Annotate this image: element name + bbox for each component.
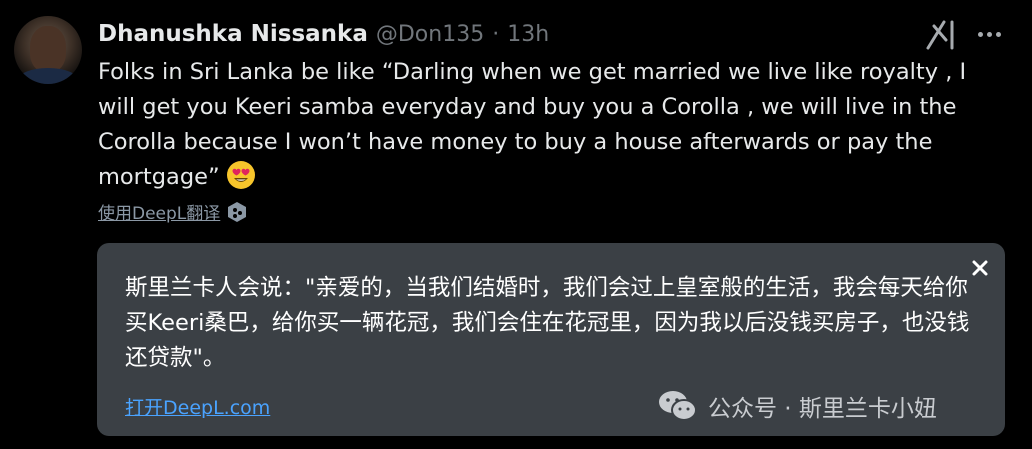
author-display-name[interactable]: Dhanushka Nissanka: [98, 21, 368, 47]
avatar-face: [30, 26, 66, 72]
tweet-header: Dhanushka Nissanka @Don135 · 13h: [98, 18, 549, 50]
author-avatar[interactable]: [14, 16, 82, 84]
watermark: 公众号 · 斯里兰卡小妞: [658, 389, 937, 423]
tweet-timestamp[interactable]: 13h: [507, 22, 549, 47]
heart-eyes-emoji-icon: [226, 161, 255, 189]
more-options-icon[interactable]: [972, 22, 1006, 46]
author-handle[interactable]: @Don135: [376, 22, 484, 47]
close-icon[interactable]: [969, 257, 991, 279]
translate-link-label: 使用DeepL翻译: [98, 204, 221, 224]
translate-with-deepl-link[interactable]: 使用DeepL翻译: [98, 199, 248, 224]
grok-icon[interactable]: [924, 18, 958, 50]
tweet-body: Folks in Sri Lanka be like “Darling when…: [98, 55, 1008, 195]
more-dot: [995, 31, 1001, 37]
header-separator: ·: [492, 21, 500, 47]
deepl-icon: [228, 201, 247, 222]
more-dot: [977, 31, 983, 37]
wechat-icon: [659, 391, 697, 421]
open-deepl-link[interactable]: 打开DeepL.com: [125, 393, 270, 420]
more-dot: [986, 31, 992, 37]
translation-text: 斯里兰卡人会说："亲爱的，当我们结婚时，我们会过上皇室般的生活，我会每天给你买K…: [125, 275, 970, 371]
watermark-text: 公众号 · 斯里兰卡小妞: [708, 396, 937, 422]
avatar-shirt: [18, 68, 78, 84]
